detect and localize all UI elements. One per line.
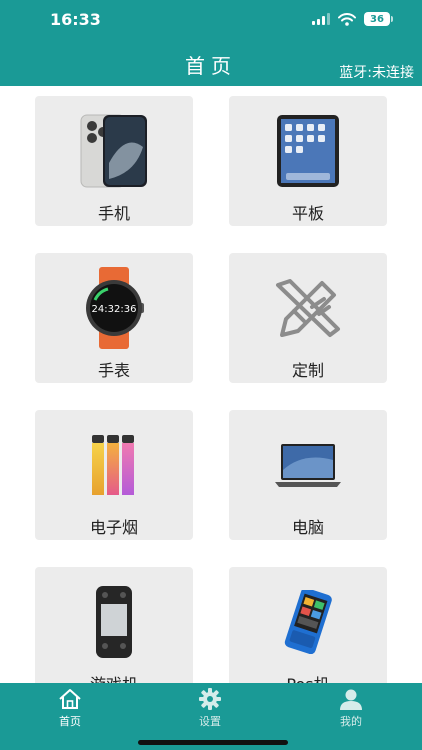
pos-terminal-icon — [229, 577, 387, 667]
category-label: 游戏机 — [35, 671, 193, 683]
app-header: 16:33 36 首页 蓝牙:未连接 — [0, 0, 422, 86]
status-icons: 36 — [312, 12, 393, 26]
bluetooth-status[interactable]: 蓝牙:未连接 — [339, 62, 414, 82]
tab-home[interactable]: 首页 — [30, 687, 110, 729]
category-label: 手表 — [97, 361, 130, 380]
tab-label: 首页 — [59, 715, 81, 728]
tab-profile[interactable]: 我的 — [311, 687, 391, 729]
home-icon — [30, 687, 110, 711]
category-label: 定制 — [291, 361, 324, 380]
category-card-phone[interactable]: 手机 — [35, 96, 193, 226]
e-cigarette-icon — [35, 420, 193, 510]
category-label: 平板 — [291, 204, 324, 223]
category-card-pos[interactable]: Pos机 — [229, 567, 387, 683]
pencil-ruler-icon — [229, 263, 387, 353]
smartwatch-icon: 24:32:36 — [35, 263, 193, 353]
tab-label: 我的 — [340, 715, 362, 728]
category-card-watch[interactable]: 24:32:36 手表 — [35, 253, 193, 383]
category-card-laptop[interactable]: 电脑 — [229, 410, 387, 540]
wifi-icon — [338, 12, 356, 26]
category-card-e-cigarette[interactable]: 电子烟 — [35, 410, 193, 540]
category-card-custom[interactable]: 定制 — [229, 253, 387, 383]
category-label: 手机 — [97, 204, 130, 223]
gear-icon — [170, 687, 250, 711]
category-card-tablet[interactable]: 平板 — [229, 96, 387, 226]
smartphone-icon — [35, 106, 193, 196]
status-time: 16:33 — [50, 10, 101, 29]
category-label: 电子烟 — [89, 518, 138, 537]
signal-icon — [312, 13, 330, 25]
home-indicator — [138, 740, 288, 745]
tablet-icon — [229, 106, 387, 196]
battery-icon: 36 — [364, 12, 393, 26]
game-console-icon — [35, 577, 193, 667]
laptop-icon — [229, 420, 387, 510]
tab-label: 设置 — [199, 715, 221, 728]
category-label: 电脑 — [291, 518, 324, 537]
watch-face-time: 24:32:36 — [92, 304, 137, 315]
tab-settings[interactable]: 设置 — [170, 687, 250, 729]
category-label: Pos机 — [229, 671, 387, 683]
category-card-game-console[interactable]: 游戏机 — [35, 567, 193, 683]
user-icon — [311, 687, 391, 711]
category-grid: 手机 平板 24:32:36 手表 定制 电子烟 电脑 — [0, 86, 422, 683]
